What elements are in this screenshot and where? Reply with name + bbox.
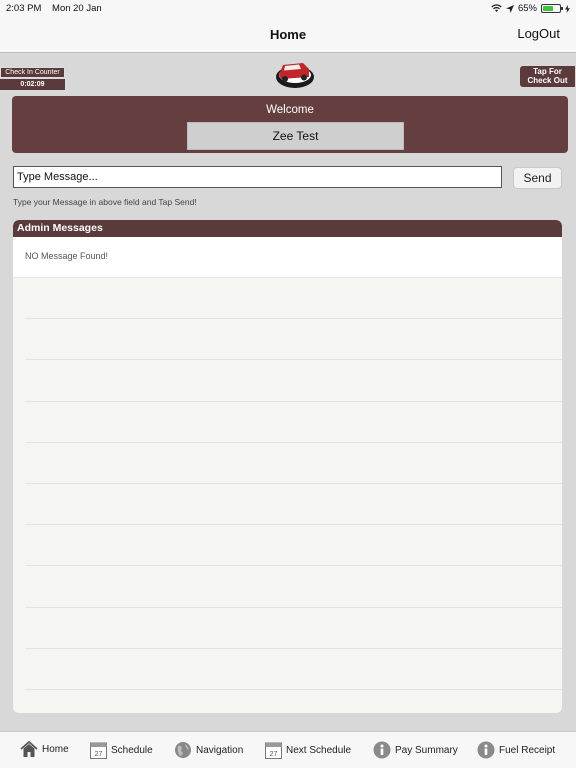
calendar-icon: 27 — [265, 742, 282, 759]
battery-percent: 65% — [517, 3, 537, 14]
tab-next-schedule[interactable]: 27 Next Schedule — [265, 741, 351, 759]
tab-label: Home — [42, 744, 69, 755]
status-date: Mon 20 Jan — [52, 3, 102, 14]
list-item — [25, 484, 562, 526]
list-item — [25, 608, 562, 649]
check-in-counter-label: Check In Counter — [0, 67, 65, 78]
tab-pay-summary[interactable]: Pay Summary — [373, 741, 458, 759]
list-item — [25, 525, 562, 567]
home-icon — [20, 741, 38, 757]
tab-schedule[interactable]: 27 Schedule — [90, 741, 153, 759]
info-icon — [477, 741, 495, 759]
calendar-day: 27 — [270, 751, 278, 758]
welcome-panel: Welcome Zee Test — [12, 96, 568, 153]
status-time: 2:03 PM — [6, 3, 42, 14]
wifi-icon — [491, 4, 502, 12]
tab-fuel-receipt[interactable]: Fuel Receipt — [477, 741, 555, 759]
page-title: Home — [269, 27, 307, 42]
message-hint: Type your Message in above field and Tap… — [13, 197, 197, 207]
list-item — [25, 360, 562, 402]
welcome-label: Welcome — [266, 104, 314, 116]
list-item — [25, 402, 562, 443]
navigation-bar: Home LogOut — [0, 17, 576, 53]
list-item — [25, 278, 562, 320]
logout-button[interactable]: LogOut — [517, 26, 560, 41]
check-in-counter: Check In Counter 0:02:09 — [0, 67, 65, 90]
list-item — [25, 649, 562, 690]
tab-label: Next Schedule — [286, 744, 352, 756]
calendar-icon: 27 — [90, 742, 107, 759]
list-item — [25, 566, 562, 608]
send-button[interactable]: Send — [513, 167, 562, 189]
no-message-text: NO Message Found! — [13, 237, 562, 278]
charging-icon — [565, 4, 570, 13]
status-bar: 2:03 PM Mon 20 Jan 65% — [0, 0, 576, 17]
list-item — [25, 443, 562, 484]
check-in-counter-time: 0:02:09 — [0, 79, 65, 90]
info-icon — [373, 741, 391, 759]
tab-label: Fuel Receipt — [499, 744, 556, 756]
tab-navigation[interactable]: Navigation — [174, 741, 243, 759]
tab-label: Schedule — [111, 744, 153, 756]
message-input[interactable] — [13, 166, 502, 188]
tab-bar: Home 27 Schedule Navigation 27 Next Sche… — [0, 731, 576, 768]
tab-label: Pay Summary — [395, 744, 458, 756]
calendar-day: 27 — [95, 751, 103, 758]
globe-icon — [175, 742, 191, 758]
location-arrow-icon — [505, 4, 514, 13]
tab-home[interactable]: Home — [20, 741, 69, 758]
truck-logo-icon — [276, 63, 314, 88]
admin-messages-panel: Admin Messages NO Message Found! — [13, 220, 562, 713]
check-out-button[interactable]: Tap For Check Out — [520, 66, 575, 87]
battery-icon — [541, 4, 563, 13]
list-item — [25, 319, 562, 361]
check-out-line1: Tap For — [533, 67, 562, 76]
admin-messages-header: Admin Messages — [13, 220, 562, 237]
tab-label: Navigation — [196, 744, 244, 756]
user-name: Zee Test — [187, 122, 404, 150]
check-out-line2: Check Out — [527, 76, 568, 85]
